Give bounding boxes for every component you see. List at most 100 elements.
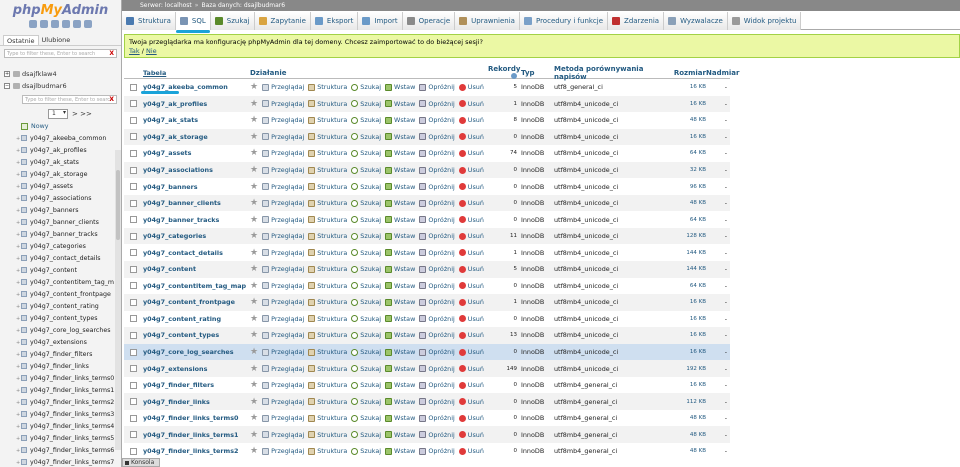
nav-table-item[interactable]: + y04g7_associations [0, 193, 121, 205]
table-size[interactable]: 16 KB [664, 332, 706, 338]
tab-wyzwalacze[interactable]: Wyzwalacze [664, 12, 728, 30]
expand-icon[interactable]: + [16, 229, 20, 241]
favorite-star-icon[interactable]: ★ [250, 264, 258, 274]
table-size[interactable]: 16 KB [664, 349, 706, 355]
nav-table-item[interactable]: + y04g7_content_types [0, 313, 121, 325]
search-action[interactable]: Szukaj [351, 216, 381, 224]
expand-icon[interactable]: + [16, 217, 20, 229]
nav-table-item[interactable]: + y04g7_banner_tracks [0, 229, 121, 241]
expand-icon[interactable]: + [16, 241, 20, 253]
row-checkbox[interactable] [130, 381, 137, 389]
structure-action[interactable]: Struktura [308, 199, 347, 207]
favorite-star-icon[interactable]: ★ [250, 446, 258, 456]
table-size[interactable]: 16 KB [664, 84, 706, 90]
browse-action[interactable]: Przeglądaj [262, 249, 304, 257]
structure-action[interactable]: Struktura [308, 447, 347, 455]
structure-action[interactable]: Struktura [308, 348, 347, 356]
clear-filter-icon[interactable]: X [109, 50, 114, 57]
search-action[interactable]: Szukaj [351, 331, 381, 339]
row-checkbox[interactable] [130, 447, 137, 455]
search-action[interactable]: Szukaj [351, 315, 381, 323]
tab-favorites[interactable]: Ulubione [39, 35, 74, 45]
empty-action[interactable]: Opróżnij [419, 216, 455, 224]
drop-action[interactable]: Usuń [458, 414, 484, 422]
table-name-link[interactable]: y04g7_content [143, 265, 250, 273]
settings-icon[interactable] [73, 20, 81, 28]
browse-action[interactable]: Przeglądaj [262, 83, 304, 91]
favorite-star-icon[interactable]: ★ [250, 115, 258, 125]
expand-icon[interactable]: + [16, 373, 20, 385]
insert-action[interactable]: Wstaw [385, 348, 415, 356]
db-filter-input[interactable]: Type to filter these, Enter to search X [4, 49, 117, 58]
tab-struktura[interactable]: Struktura [122, 12, 176, 30]
expand-icon[interactable]: + [16, 397, 20, 409]
drop-action[interactable]: Usuń [458, 315, 484, 323]
empty-action[interactable]: Opróżnij [419, 282, 455, 290]
insert-action[interactable]: Wstaw [385, 265, 415, 273]
col-collation-header[interactable]: Metoda porównywania napisów [554, 65, 664, 81]
expand-icon[interactable]: + [16, 277, 20, 289]
expand-icon[interactable]: + [16, 349, 20, 361]
favorite-star-icon[interactable]: ★ [250, 198, 258, 208]
expand-icon[interactable]: + [16, 457, 20, 467]
insert-action[interactable]: Wstaw [385, 365, 415, 373]
nav-table-item[interactable]: + y04g7_ak_profiles [0, 145, 121, 157]
structure-action[interactable]: Struktura [308, 431, 347, 439]
nav-table-item[interactable]: + y04g7_finder_links_terms2 [0, 397, 121, 409]
structure-action[interactable]: Struktura [308, 381, 347, 389]
drop-action[interactable]: Usuń [458, 100, 484, 108]
empty-action[interactable]: Opróżnij [419, 447, 455, 455]
nav-table-item[interactable]: + y04g7_akeeba_common [0, 133, 121, 145]
expand-icon[interactable]: + [16, 313, 20, 325]
table-size[interactable]: 48 KB [664, 200, 706, 206]
insert-action[interactable]: Wstaw [385, 331, 415, 339]
structure-action[interactable]: Struktura [308, 133, 347, 141]
table-size[interactable]: 128 KB [664, 233, 706, 239]
drop-action[interactable]: Usuń [458, 282, 484, 290]
table-filter-input[interactable]: Type to filter these, Enter to search X [22, 95, 117, 104]
expand-icon[interactable]: + [16, 181, 20, 193]
empty-action[interactable]: Opróżnij [419, 381, 455, 389]
favorite-star-icon[interactable]: ★ [250, 314, 258, 324]
table-name-link[interactable]: y04g7_contact_details [143, 249, 250, 257]
search-action[interactable]: Szukaj [351, 447, 381, 455]
nav-table-item[interactable]: + y04g7_categories [0, 241, 121, 253]
nav-table-item[interactable]: + y04g7_finder_links_terms1 [0, 385, 121, 397]
docs-icon[interactable] [62, 20, 70, 28]
search-action[interactable]: Szukaj [351, 249, 381, 257]
page-select[interactable]: 1 [48, 109, 68, 119]
drop-action[interactable]: Usuń [458, 298, 484, 306]
drop-action[interactable]: Usuń [458, 83, 484, 91]
search-action[interactable]: Szukaj [351, 116, 381, 124]
structure-action[interactable]: Struktura [308, 116, 347, 124]
browse-action[interactable]: Przeglądaj [262, 149, 304, 157]
search-action[interactable]: Szukaj [351, 414, 381, 422]
nav-table-item[interactable]: + y04g7_finder_links [0, 361, 121, 373]
row-checkbox[interactable] [130, 265, 137, 273]
search-action[interactable]: Szukaj [351, 431, 381, 439]
empty-action[interactable]: Opróżnij [419, 265, 455, 273]
row-checkbox[interactable] [130, 331, 137, 339]
browse-action[interactable]: Przeglądaj [262, 414, 304, 422]
db-item[interactable]: + dsajfklaw4 [0, 68, 121, 80]
empty-action[interactable]: Opróżnij [419, 365, 455, 373]
tab-sql[interactable]: SQL [175, 12, 211, 30]
browse-action[interactable]: Przeglądaj [262, 447, 304, 455]
browse-action[interactable]: Przeglądaj [262, 116, 304, 124]
expand-icon[interactable]: + [16, 445, 20, 457]
browse-action[interactable]: Przeglądaj [262, 282, 304, 290]
logo[interactable]: phpMyAdmin [0, 0, 121, 35]
insert-action[interactable]: Wstaw [385, 282, 415, 290]
col-overhead-header[interactable]: Nadmiar [706, 69, 739, 77]
expand-icon[interactable]: + [4, 71, 10, 77]
structure-action[interactable]: Struktura [308, 149, 347, 157]
row-checkbox[interactable] [130, 282, 137, 290]
insert-action[interactable]: Wstaw [385, 166, 415, 174]
table-name-link[interactable]: y04g7_finder_filters [143, 381, 250, 389]
table-size[interactable]: 48 KB [664, 415, 706, 421]
table-name-link[interactable]: y04g7_finder_links_terms2 [143, 447, 250, 455]
structure-action[interactable]: Struktura [308, 398, 347, 406]
expand-icon[interactable]: + [16, 289, 20, 301]
col-size-header[interactable]: Rozmiar [664, 69, 706, 77]
structure-action[interactable]: Struktura [308, 232, 347, 240]
